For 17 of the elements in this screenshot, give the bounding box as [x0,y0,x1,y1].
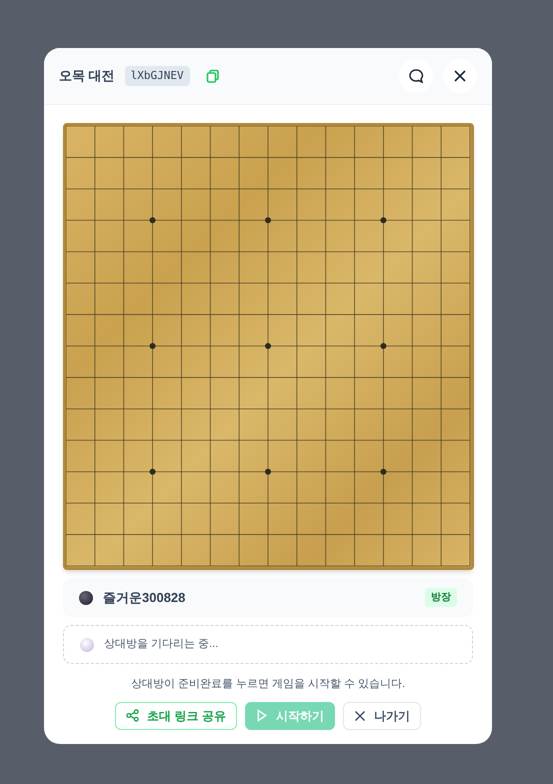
chat-button[interactable] [399,59,433,93]
share-icon [126,709,140,722]
notice-text: 상대방이 준비완료를 누르면 게임을 시작할 수 있습니다. [130,677,406,692]
chat-icon [408,68,424,84]
stone-icon [79,590,93,604]
room-code-tag: lXbGJNEV [124,66,190,86]
leave-button[interactable]: 나가기 [342,702,421,730]
player-name: 즐거운300828 [103,588,186,607]
play-icon [256,709,268,722]
host-badge: 방장 [425,588,457,607]
waiting-text: 상대방을 기다리는 중... [104,637,218,652]
close-icon [453,69,467,83]
stone-icon [80,638,94,652]
modal-title: 오목 대전 [59,67,115,86]
share-button[interactable]: 초대 링크 공유 [115,702,237,730]
close-button[interactable] [443,59,477,93]
close-icon [354,710,366,722]
